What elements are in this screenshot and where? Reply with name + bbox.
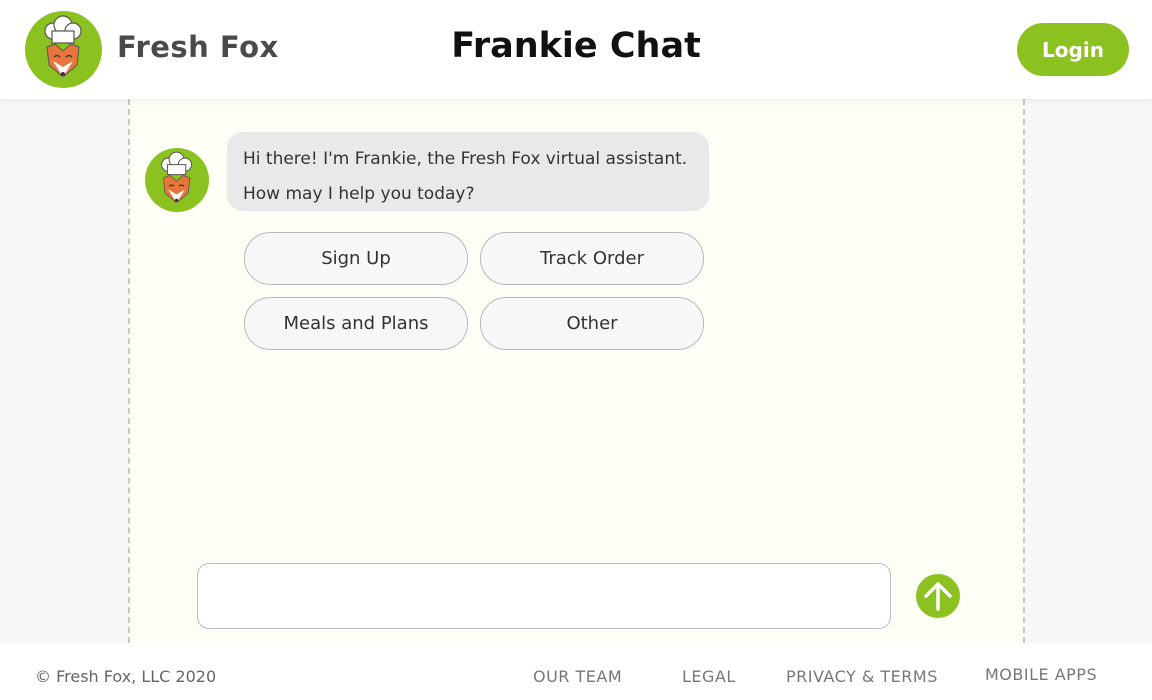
copyright-text: © Fresh Fox, LLC 2020 [35,667,217,686]
site-footer: © Fresh Fox, LLC 2020 OUR TEAM LEGAL PRI… [0,643,1152,700]
bot-message-line: Hi there! I'm Frankie, the Fresh Fox vir… [243,149,688,169]
send-button[interactable] [916,574,960,618]
bot-message-bubble: Hi there! I'm Frankie, the Fresh Fox vir… [227,132,709,211]
login-button[interactable]: Login [1017,23,1129,76]
option-sign-up-button[interactable]: Sign Up [244,232,468,285]
option-track-order-button[interactable]: Track Order [480,232,704,285]
page-title: Frankie Chat [451,26,701,66]
fox-chef-logo-icon[interactable] [25,11,102,88]
site-header: Fresh Fox Frankie Chat Login [0,0,1152,99]
footer-link-legal[interactable]: LEGAL [682,667,736,686]
message-input[interactable] [197,563,891,629]
chat-panel: Hi there! I'm Frankie, the Fresh Fox vir… [128,99,1025,643]
footer-link-our-team[interactable]: OUR TEAM [533,667,622,686]
bot-message-line: How may I help you today? [243,184,475,204]
option-meals-and-plans-button[interactable]: Meals and Plans [244,297,468,350]
footer-link-mobile-apps[interactable]: MOBILE APPS [985,665,1097,684]
arrow-up-icon [924,582,952,611]
brand-name: Fresh Fox [117,30,279,64]
fox-chef-avatar-icon [145,148,209,212]
option-other-button[interactable]: Other [480,297,704,350]
footer-link-privacy-terms[interactable]: PRIVACY & TERMS [786,667,938,686]
